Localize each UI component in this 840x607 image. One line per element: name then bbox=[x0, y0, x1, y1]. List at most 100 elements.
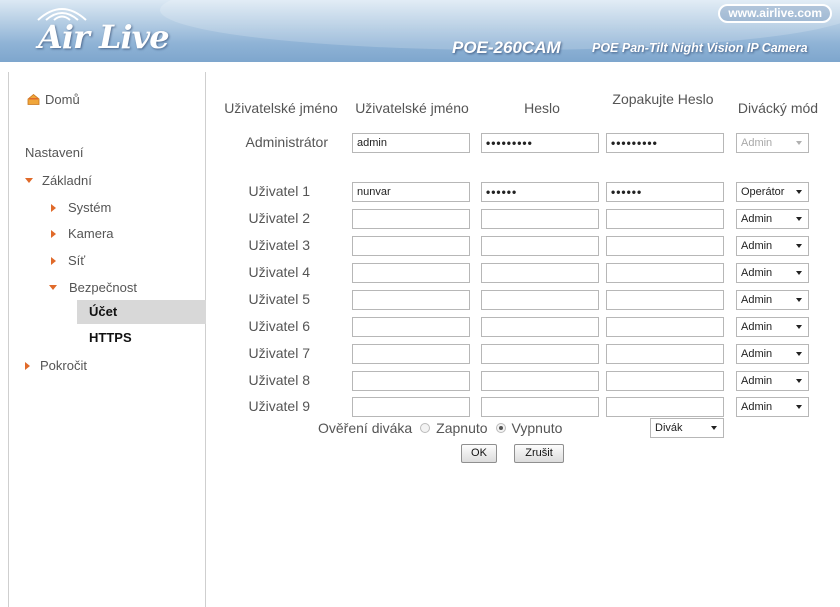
user-5-password-field[interactable] bbox=[481, 290, 599, 310]
sidebar-item-network-label: Síť bbox=[68, 253, 86, 268]
user-8-mode-select[interactable]: Admin bbox=[736, 371, 809, 391]
sidebar-item-basic[interactable]: Základní bbox=[25, 173, 92, 188]
logo-text: Air Live bbox=[38, 18, 170, 56]
chevron-down-icon bbox=[796, 298, 802, 302]
user-4-mode-select[interactable]: Admin bbox=[736, 263, 809, 283]
viewer-auth-on-radio[interactable] bbox=[420, 423, 431, 433]
viewer-auth-label: Ověření diváka bbox=[318, 420, 413, 436]
admin-mode-select: Admin bbox=[736, 133, 809, 153]
chevron-down-icon bbox=[796, 352, 802, 356]
user-9-username-field[interactable] bbox=[352, 397, 470, 417]
user-8-password-field[interactable] bbox=[481, 371, 599, 391]
user-3-mode-select[interactable]: Admin bbox=[736, 236, 809, 256]
user-4-confirm-field[interactable] bbox=[606, 263, 724, 283]
expanded-arrow-icon bbox=[49, 285, 57, 290]
viewer-auth-on-label[interactable]: Zapnuto bbox=[436, 420, 487, 436]
user-2-confirm-field[interactable] bbox=[606, 209, 724, 229]
user-1-mode-select[interactable]: Operátor bbox=[736, 182, 809, 202]
user-2-mode-value: Admin bbox=[741, 213, 773, 225]
user-3-confirm-field[interactable] bbox=[606, 236, 724, 256]
viewer-type-value: Divák bbox=[655, 422, 683, 434]
chevron-down-icon bbox=[796, 325, 802, 329]
sidebar-item-advanced[interactable]: Pokročit bbox=[25, 358, 87, 373]
airlive-logo[interactable]: Air Live bbox=[24, 2, 174, 58]
row-label-user-6: Uživatel 6 bbox=[248, 318, 310, 334]
row-label-admin: Administrátor bbox=[245, 134, 328, 150]
chevron-down-icon bbox=[796, 190, 802, 194]
sidebar-nav: Domů Nastavení Základní Systém Kamera Sí… bbox=[8, 72, 206, 607]
sidebar-item-account[interactable]: Účet bbox=[89, 304, 117, 319]
sidebar-item-home-label: Domů bbox=[45, 92, 80, 107]
ok-button[interactable]: OK bbox=[461, 444, 497, 463]
row-label-user-4: Uživatel 4 bbox=[248, 264, 310, 280]
row-label-user-1: Uživatel 1 bbox=[248, 183, 310, 199]
user-1-password-field[interactable]: •••••• bbox=[481, 182, 599, 202]
user-9-confirm-field[interactable] bbox=[606, 397, 724, 417]
user-7-confirm-field[interactable] bbox=[606, 344, 724, 364]
sidebar-item-security-label: Bezpečnost bbox=[69, 280, 137, 295]
collapsed-arrow-icon bbox=[25, 361, 30, 370]
sidebar-item-basic-label: Základní bbox=[42, 173, 92, 188]
user-9-password-field[interactable] bbox=[481, 397, 599, 417]
user-5-mode-select[interactable]: Admin bbox=[736, 290, 809, 310]
row-label-user-9: Uživatel 9 bbox=[248, 398, 310, 414]
user-1-mode-value: Operátor bbox=[741, 186, 785, 198]
expanded-arrow-icon bbox=[25, 178, 33, 183]
user-2-password-field[interactable] bbox=[481, 209, 599, 229]
user-4-username-field[interactable] bbox=[352, 263, 470, 283]
column-header-username: Uživatelské jméno bbox=[355, 100, 469, 116]
sidebar-item-camera[interactable]: Kamera bbox=[51, 226, 114, 241]
user-8-confirm-field[interactable] bbox=[606, 371, 724, 391]
chevron-down-icon bbox=[711, 426, 717, 430]
user-1-username-field[interactable]: nunvar bbox=[352, 182, 470, 202]
sidebar-item-network[interactable]: Síť bbox=[51, 253, 85, 268]
user-7-password-field[interactable] bbox=[481, 344, 599, 364]
user-2-mode-select[interactable]: Admin bbox=[736, 209, 809, 229]
user-9-mode-select[interactable]: Admin bbox=[736, 397, 809, 417]
sidebar-item-https[interactable]: HTTPS bbox=[89, 330, 132, 345]
sidebar-item-security[interactable]: Bezpečnost bbox=[49, 280, 137, 295]
user-6-mode-select[interactable]: Admin bbox=[736, 317, 809, 337]
user-3-password-field[interactable] bbox=[481, 236, 599, 256]
row-label-user-8: Uživatel 8 bbox=[248, 372, 310, 388]
user-5-mode-value: Admin bbox=[741, 294, 773, 306]
admin-confirm-field[interactable]: ••••••••• bbox=[606, 133, 724, 153]
chevron-down-icon bbox=[796, 379, 802, 383]
user-6-confirm-field[interactable] bbox=[606, 317, 724, 337]
user-6-username-field[interactable] bbox=[352, 317, 470, 337]
viewer-type-select[interactable]: Divák bbox=[650, 418, 724, 438]
header-banner: Air Live www.airlive.com POE-260CAM POE … bbox=[0, 0, 840, 62]
sidebar-item-system[interactable]: Systém bbox=[51, 200, 111, 215]
cancel-button[interactable]: Zrušit bbox=[514, 444, 564, 463]
user-5-username-field[interactable] bbox=[352, 290, 470, 310]
user-5-confirm-field[interactable] bbox=[606, 290, 724, 310]
chevron-down-icon bbox=[796, 141, 802, 145]
model-name: POE-260CAM bbox=[452, 38, 561, 57]
user-2-username-field[interactable] bbox=[352, 209, 470, 229]
sidebar-item-home[interactable]: Domů bbox=[27, 92, 80, 107]
user-4-password-field[interactable] bbox=[481, 263, 599, 283]
user-4-mode-value: Admin bbox=[741, 267, 773, 279]
chevron-down-icon bbox=[796, 271, 802, 275]
user-3-username-field[interactable] bbox=[352, 236, 470, 256]
viewer-auth-off-radio[interactable] bbox=[495, 423, 506, 433]
viewer-auth-off-label[interactable]: Vypnuto bbox=[512, 420, 563, 436]
user-8-username-field[interactable] bbox=[352, 371, 470, 391]
user-7-mode-value: Admin bbox=[741, 348, 773, 360]
chevron-down-icon bbox=[796, 244, 802, 248]
viewer-auth-row: Ověření diváka Zapnuto Vypnuto bbox=[318, 420, 562, 436]
admin-username-field[interactable]: admin bbox=[352, 133, 470, 153]
row-label-user-5: Uživatel 5 bbox=[248, 291, 310, 307]
user-6-password-field[interactable] bbox=[481, 317, 599, 337]
admin-password-field[interactable]: ••••••••• bbox=[481, 133, 599, 153]
user-7-username-field[interactable] bbox=[352, 344, 470, 364]
home-icon bbox=[27, 94, 40, 105]
collapsed-arrow-icon bbox=[51, 203, 56, 212]
user-7-mode-select[interactable]: Admin bbox=[736, 344, 809, 364]
user-9-mode-value: Admin bbox=[741, 401, 773, 413]
user-3-mode-value: Admin bbox=[741, 240, 773, 252]
user-8-mode-value: Admin bbox=[741, 375, 773, 387]
user-1-confirm-field[interactable]: •••••• bbox=[606, 182, 724, 202]
website-link[interactable]: www.airlive.com bbox=[718, 4, 832, 23]
collapsed-arrow-icon bbox=[51, 229, 56, 238]
